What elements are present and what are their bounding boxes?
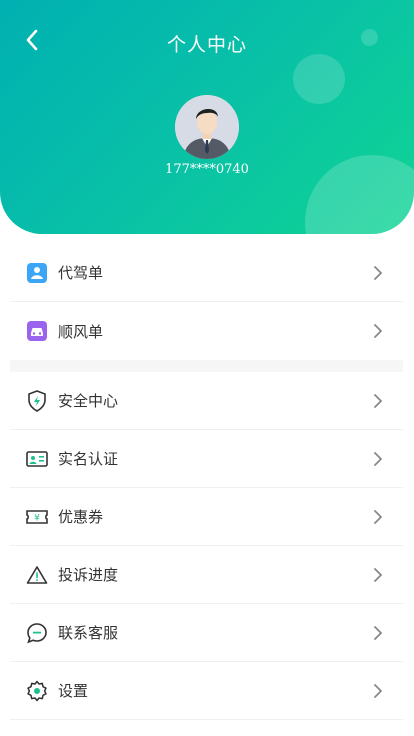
menu-item-carpool-orders[interactable]: 顺风单: [10, 302, 403, 360]
menu-item-label: 代驾单: [58, 264, 104, 282]
chevron-right-icon: [373, 265, 383, 281]
chevron-right-icon: [373, 683, 383, 699]
menu-item-label: 顺风单: [58, 322, 104, 341]
menu-item-label: 优惠券: [58, 508, 104, 526]
chevron-right-icon: [373, 509, 383, 525]
menu-item-coupons[interactable]: ¥ 优惠券: [10, 488, 403, 546]
chevron-right-icon: [373, 393, 383, 409]
decor-bubble: [293, 54, 345, 104]
header-banner: 个人中心 177****0740: [0, 0, 414, 234]
menu-list: 代驾单 顺风单 安全中心 实名认证 ¥ 优惠券 投诉进度 联系客服 设置: [10, 244, 403, 720]
page-title: 个人中心: [166, 34, 247, 56]
menu-item-security-center[interactable]: 安全中心: [10, 372, 403, 430]
section-divider: [10, 360, 403, 372]
car-icon: [26, 320, 48, 342]
chevron-right-icon: [373, 567, 383, 583]
user-phone: 177****0740: [165, 162, 249, 177]
menu-item-label: 投诉进度: [58, 566, 119, 584]
menu-item-driver-orders[interactable]: 代驾单: [10, 244, 403, 302]
chat-icon: [26, 622, 48, 644]
menu-item-label: 联系客服: [58, 624, 119, 642]
gear-icon: [26, 680, 48, 702]
warning-icon: [26, 564, 48, 586]
driver-icon: [26, 262, 48, 284]
avatar[interactable]: [175, 95, 239, 159]
coupon-icon: ¥: [26, 506, 48, 528]
menu-item-label: 设置: [58, 682, 89, 700]
shield-icon: [26, 389, 48, 412]
menu-item-label: 安全中心: [58, 392, 119, 410]
menu-item-complaint-progress[interactable]: 投诉进度: [10, 546, 403, 604]
chevron-right-icon: [373, 451, 383, 467]
menu-item-customer-service[interactable]: 联系客服: [10, 604, 403, 662]
id-card-icon: [26, 448, 48, 470]
svg-text:¥: ¥: [34, 513, 40, 523]
chevron-right-icon: [373, 323, 383, 339]
menu-item-settings[interactable]: 设置: [10, 662, 403, 720]
chevron-right-icon: [373, 625, 383, 641]
menu-item-label: 实名认证: [58, 450, 119, 468]
menu-item-real-name-auth[interactable]: 实名认证: [10, 430, 403, 488]
